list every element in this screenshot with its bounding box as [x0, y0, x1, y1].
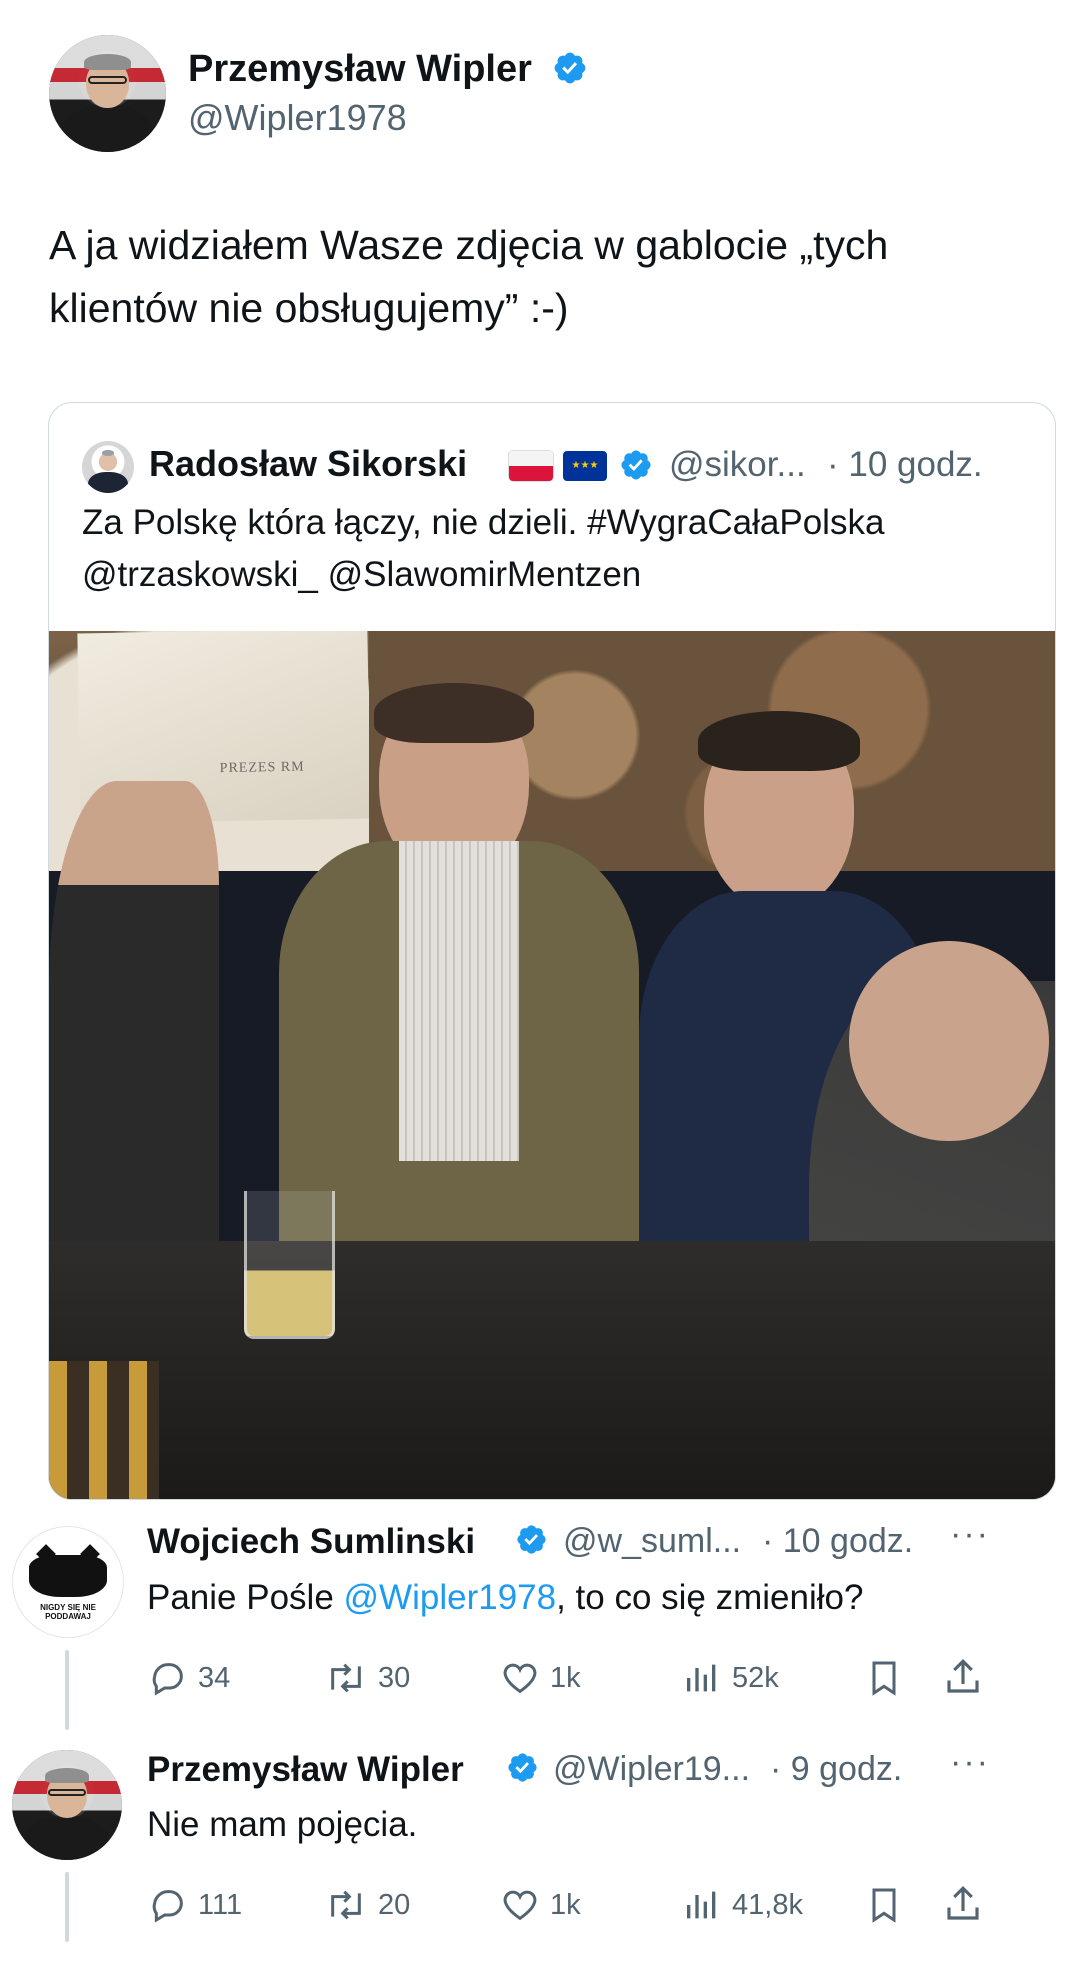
reply1-reply-count: 34 [198, 1661, 231, 1694]
beer-glass [244, 1191, 335, 1339]
thread-line-1 [65, 1650, 69, 1730]
reply2-more-icon[interactable]: ··· [950, 1743, 990, 1782]
reply2-author-name[interactable]: Przemysław Wipler [147, 1750, 464, 1790]
views-chart-icon [687, 1891, 716, 1919]
heart-icon [503, 1890, 537, 1921]
reply2-views-button[interactable]: 41,8k [682, 1885, 803, 1925]
verified-badge-icon [554, 52, 586, 84]
quote-verified-badge-icon [621, 450, 651, 480]
reply1-avatar[interactable]: NIGDY SIĘ NIE PODDAWAJ [12, 1526, 124, 1638]
reply2-like-button[interactable]: 1k [500, 1885, 581, 1925]
quote-time: · 10 godz. [827, 445, 983, 484]
reply2-reply-button[interactable]: 111 [148, 1885, 242, 1925]
reply1-views-button[interactable]: 52k [682, 1658, 779, 1698]
quote-author-avatar [82, 441, 134, 493]
retweet-icon [331, 1663, 361, 1693]
table-edge-stripes [49, 1361, 159, 1499]
reply1-handle: @w_suml... [563, 1522, 742, 1560]
reply1-time: · 10 godz. [762, 1522, 914, 1560]
reply1-bookmark-icon[interactable] [864, 1658, 904, 1698]
reply1-reply-button[interactable]: 34 [148, 1658, 230, 1698]
reply1-avatar-caption: NIGDY SIĘ NIE PODDAWAJ [40, 1603, 96, 1621]
person-left [49, 781, 219, 1301]
heart-icon [503, 1663, 537, 1694]
reply2-views-count: 41,8k [732, 1888, 803, 1921]
author-name[interactable]: Przemysław Wipler [188, 48, 532, 91]
poland-flag-icon [509, 451, 553, 481]
reply1-retweet-count: 30 [378, 1661, 411, 1694]
quote-media-image[interactable]: PREZES RM [49, 631, 1055, 1499]
reply1-verified-badge-icon [517, 1525, 546, 1554]
reply2-share-icon[interactable] [942, 1883, 984, 1925]
reply1-author-name[interactable]: Wojciech Sumlinski [147, 1522, 475, 1562]
reply2-bookmark-icon[interactable] [864, 1885, 904, 1925]
reply1-like-button[interactable]: 1k [500, 1658, 581, 1698]
reply1-text: Panie Pośle @Wipler1978, to co się zmien… [147, 1578, 863, 1618]
author-handle[interactable]: @Wipler1978 [188, 97, 407, 139]
quote-author-name: Radosław Sikorski [149, 443, 468, 484]
reply-icon [152, 1663, 183, 1696]
author-avatar[interactable] [49, 35, 166, 152]
reply1-text-suffix: , to co się zmieniło? [556, 1578, 864, 1617]
reply1-like-count: 1k [550, 1661, 581, 1694]
reply1-more-icon[interactable]: ··· [950, 1515, 990, 1554]
tweet-text-line1: A ja widziałem Wasze zdjęcia w gablocie … [49, 222, 889, 268]
tweet-text-line2: klientów nie obsługujemy” :-) [49, 285, 569, 331]
reply1-share-icon[interactable] [942, 1656, 984, 1698]
views-chart-icon [687, 1664, 716, 1692]
banknote-caption: PREZES RM [219, 759, 305, 777]
reply2-like-count: 1k [550, 1888, 581, 1921]
eu-flag-icon: ★★★ [563, 451, 607, 481]
reply1-mention-link[interactable]: @Wipler1978 [344, 1578, 557, 1617]
thread-line-2 [65, 1872, 69, 1942]
reply2-avatar[interactable] [12, 1750, 122, 1860]
table [49, 1241, 1055, 1499]
quote-text-line2: @trzaskowski_ @SlawomirMentzen [82, 555, 642, 594]
quote-text-line1: Za Polskę która łączy, nie dzieli. #Wygr… [82, 503, 885, 542]
reply1-views-count: 52k [732, 1661, 779, 1694]
reply2-reply-count: 111 [198, 1888, 243, 1921]
reply2-handle: @Wipler19... [553, 1750, 751, 1788]
reply2-retweet-button[interactable]: 20 [324, 1885, 410, 1925]
quoted-tweet-card[interactable]: Radosław Sikorski ★★★ @sikor... · 10 god… [48, 402, 1056, 1500]
reply1-text-prefix: Panie Pośle [147, 1578, 344, 1617]
reply-icon [152, 1890, 183, 1923]
quote-handle: @sikor... [669, 445, 806, 484]
reply2-text: Nie mam pojęcia. [147, 1805, 418, 1844]
reply2-time: · 9 godz. [770, 1750, 903, 1788]
reply1-retweet-button[interactable]: 30 [324, 1658, 410, 1698]
reply2-verified-badge-icon [508, 1753, 537, 1782]
reply2-retweet-count: 20 [378, 1888, 411, 1921]
person-right-head [698, 711, 860, 911]
retweet-icon [331, 1890, 361, 1920]
